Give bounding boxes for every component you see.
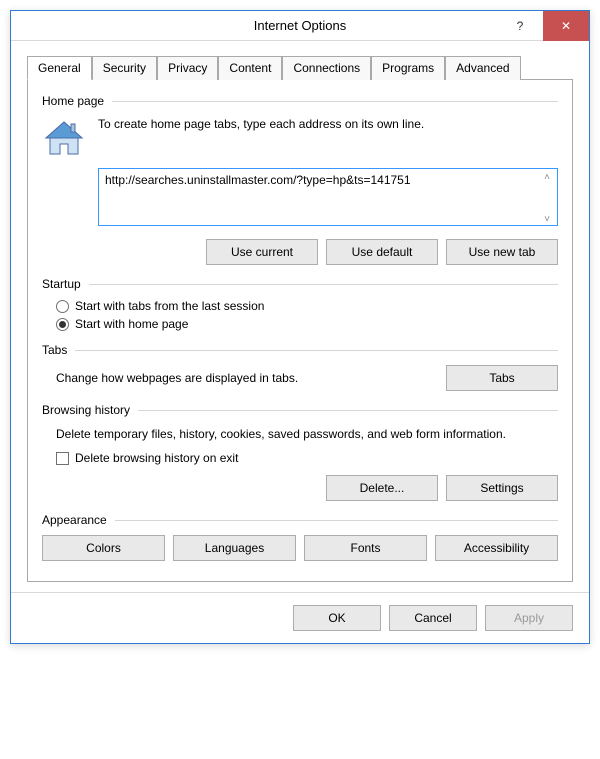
history-description: Delete temporary files, history, cookies…	[56, 425, 558, 443]
homepage-hint: To create home page tabs, type each addr…	[98, 116, 558, 160]
divider	[115, 520, 558, 521]
languages-button[interactable]: Languages	[173, 535, 296, 561]
radio-label: Start with home page	[75, 317, 188, 331]
group-appearance: Appearance Colors Languages Fonts Access…	[42, 513, 558, 561]
tab-content[interactable]: Content	[218, 56, 282, 80]
chevron-down-icon: ˅	[540, 214, 554, 225]
colors-button[interactable]: Colors	[42, 535, 165, 561]
home-icon	[42, 116, 86, 160]
divider	[75, 350, 558, 351]
cancel-button[interactable]: Cancel	[389, 605, 477, 631]
checkbox-label: Delete browsing history on exit	[75, 451, 238, 465]
apply-button[interactable]: Apply	[485, 605, 573, 631]
chevron-up-icon: ˄	[540, 172, 554, 183]
group-tabs: Tabs Change how webpages are displayed i…	[42, 343, 558, 391]
group-label-tabs: Tabs	[42, 343, 67, 357]
group-history: Browsing history Delete temporary files,…	[42, 403, 558, 501]
tab-advanced[interactable]: Advanced	[445, 56, 520, 80]
radio-label: Start with tabs from the last session	[75, 299, 264, 313]
ok-button[interactable]: OK	[293, 605, 381, 631]
divider	[89, 284, 558, 285]
checkbox-icon	[56, 452, 69, 465]
group-label-homepage: Home page	[42, 94, 104, 108]
group-homepage: Home page To create home page tabs, type…	[42, 94, 558, 265]
dialog-footer: OK Cancel Apply	[11, 592, 589, 643]
group-label-startup: Startup	[42, 277, 81, 291]
titlebar-buttons: ? ✕	[497, 11, 589, 41]
tabs-button[interactable]: Tabs	[446, 365, 558, 391]
use-default-button[interactable]: Use default	[326, 239, 438, 265]
radio-icon	[56, 318, 69, 331]
accessibility-button[interactable]: Accessibility	[435, 535, 558, 561]
dialog-content: General Security Privacy Content Connect…	[11, 41, 589, 592]
radio-icon	[56, 300, 69, 313]
delete-on-exit-checkbox[interactable]: Delete browsing history on exit	[56, 451, 558, 465]
use-new-tab-button[interactable]: Use new tab	[446, 239, 558, 265]
tabstrip: General Security Privacy Content Connect…	[27, 55, 573, 80]
settings-button[interactable]: Settings	[446, 475, 558, 501]
use-current-button[interactable]: Use current	[206, 239, 318, 265]
group-label-history: Browsing history	[42, 403, 130, 417]
scrollbar[interactable]: ˄ ˅	[540, 172, 554, 225]
tab-privacy[interactable]: Privacy	[157, 56, 218, 80]
homepage-url-input[interactable]	[98, 168, 558, 226]
help-icon: ?	[517, 19, 524, 33]
help-button[interactable]: ?	[497, 11, 543, 41]
divider	[138, 410, 558, 411]
close-icon: ✕	[561, 19, 571, 33]
tab-security[interactable]: Security	[92, 56, 157, 80]
tab-general[interactable]: General	[27, 56, 92, 80]
titlebar: Internet Options ? ✕	[11, 11, 589, 41]
fonts-button[interactable]: Fonts	[304, 535, 427, 561]
tab-panel-general: Home page To create home page tabs, type…	[27, 80, 573, 582]
group-startup: Startup Start with tabs from the last se…	[42, 277, 558, 331]
delete-button[interactable]: Delete...	[326, 475, 438, 501]
group-label-appearance: Appearance	[42, 513, 107, 527]
radio-home-page[interactable]: Start with home page	[56, 317, 558, 331]
divider	[112, 101, 558, 102]
close-button[interactable]: ✕	[543, 11, 589, 41]
tabs-description: Change how webpages are displayed in tab…	[56, 371, 436, 385]
tab-programs[interactable]: Programs	[371, 56, 445, 80]
dialog-window: Internet Options ? ✕ General Security Pr…	[10, 10, 590, 644]
tab-connections[interactable]: Connections	[282, 56, 371, 80]
radio-last-session[interactable]: Start with tabs from the last session	[56, 299, 558, 313]
